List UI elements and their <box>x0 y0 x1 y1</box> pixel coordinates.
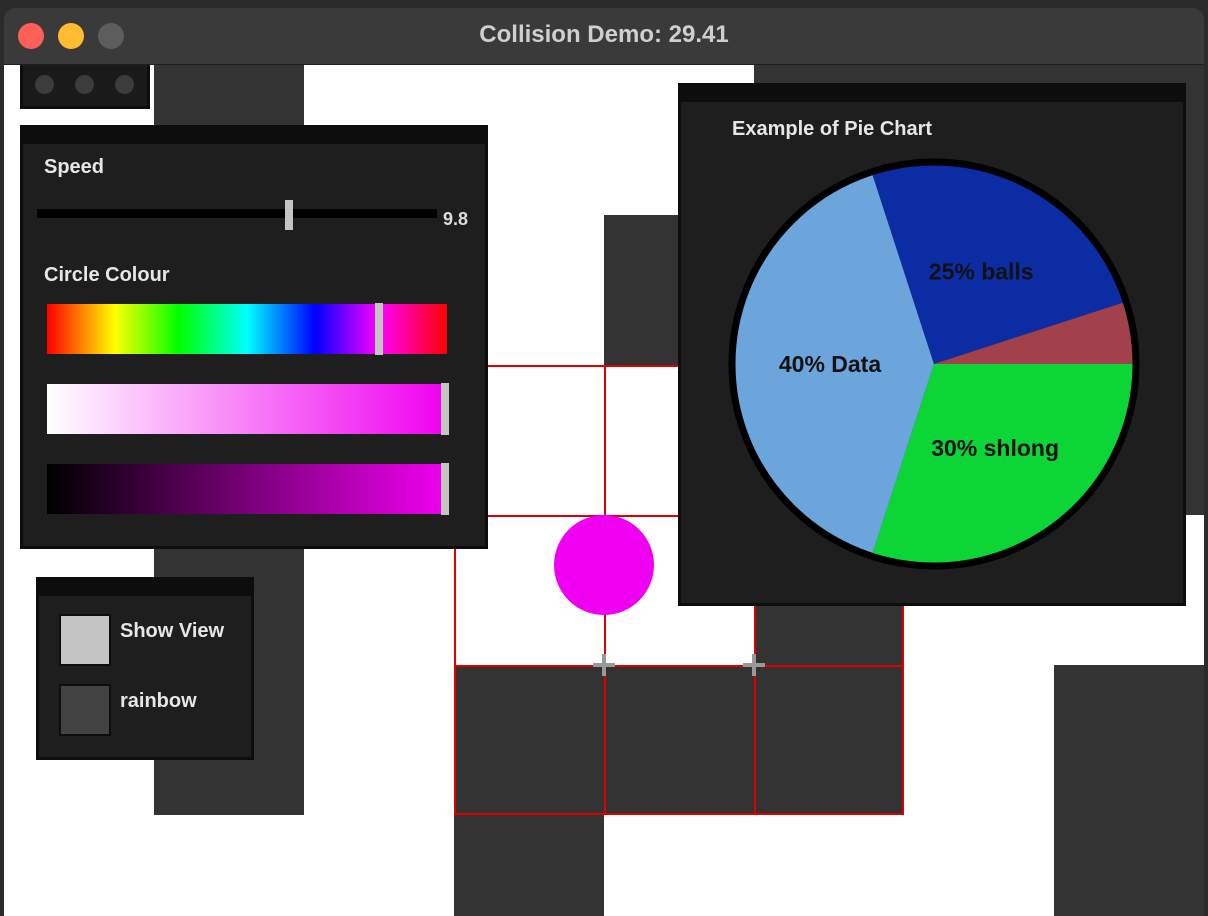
corner-marker-icon <box>593 654 615 676</box>
rainbow-label: rainbow <box>120 690 197 712</box>
circle-colour-label: Circle Colour <box>44 264 170 286</box>
saturation-slider-thumb[interactable] <box>441 383 449 435</box>
game-canvas[interactable]: Speed 9.8 Circle Colour Show View rainbo… <box>4 65 1204 916</box>
saturation-slider[interactable] <box>47 383 449 435</box>
pie-slice-label: 30% shlong <box>931 435 1059 461</box>
speed-label: Speed <box>44 156 105 178</box>
wall-tile <box>1054 665 1204 916</box>
pie-chart-panel: Example of Pie Chart 30% shlong 40% Data 2… <box>678 83 1186 606</box>
collision-cell <box>604 665 756 815</box>
hue-slider-thumb[interactable] <box>375 303 383 355</box>
pie-chart: 30% shlong 40% Data 25% balls <box>728 158 1140 570</box>
title-bar: Collision Demo: 29.41 <box>4 8 1204 65</box>
pie-chart-title: Example of Pie Chart <box>732 118 933 140</box>
show-view-label: Show View <box>120 620 225 642</box>
collapsed-panel-handle[interactable] <box>20 65 150 109</box>
toggles-panel: Show View rainbow <box>36 577 254 760</box>
panel-title-bar[interactable] <box>39 580 251 596</box>
rainbow-checkbox[interactable] <box>59 684 111 736</box>
panel-title-bar[interactable] <box>681 86 1183 102</box>
pie-slice-label: 25% balls <box>929 258 1034 284</box>
window-title: Collision Demo: 29.41 <box>479 21 729 48</box>
app-window: Collision Demo: 29.41 Speed 9.8 Circle C… <box>4 8 1204 916</box>
pie-slice-label: 40% Data <box>779 351 881 377</box>
corner-marker-icon <box>743 654 765 676</box>
brightness-slider[interactable] <box>47 463 449 515</box>
hue-slider[interactable] <box>47 303 447 355</box>
collision-cell <box>754 665 904 815</box>
player-ball[interactable] <box>554 515 654 615</box>
speed-value: 9.8 <box>443 209 469 229</box>
controls-panel: Speed 9.8 Circle Colour <box>20 125 488 549</box>
show-view-checkbox[interactable] <box>59 614 111 666</box>
dot-icon <box>115 75 134 94</box>
panel-title-bar[interactable] <box>23 128 485 144</box>
dot-icon <box>75 75 94 94</box>
collision-cell <box>454 665 606 815</box>
brightness-slider-thumb[interactable] <box>441 463 449 515</box>
wall-tile <box>454 815 604 916</box>
speed-slider-thumb[interactable] <box>285 200 293 230</box>
dot-icon <box>35 75 54 94</box>
speed-slider[interactable] <box>37 209 437 218</box>
